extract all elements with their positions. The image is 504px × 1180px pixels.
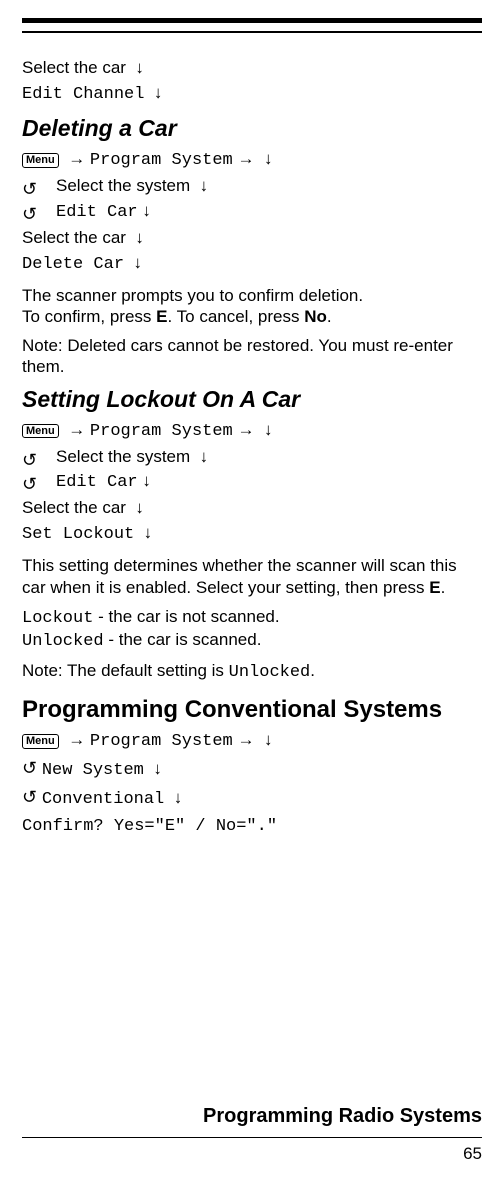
menu-item: Edit Car [56,473,138,492]
text: Select the system [56,176,190,195]
arrow-right-icon: → [237,149,254,168]
step-select-car: Select the car ↓ [22,227,482,250]
arrow-down-icon: ↓ [200,447,209,466]
arrow-down-icon: ↓ [133,253,142,272]
menu-item: Delete Car [22,255,124,274]
step-edit-car: ↺ Edit Car ↓ [22,470,482,495]
text: Select the car [22,498,126,517]
default-note: Note: The default setting is Unlocked. [22,660,482,683]
page-number: 65 [463,1144,482,1164]
arrow-down-icon: ↓ [142,471,151,490]
rotate-icon: ↺ [22,177,37,201]
step-select-system: ↺ Select the system ↓ [22,446,482,469]
rotate-icon: ↺ [22,448,37,472]
confirm-prompt: Confirm? Yes="E" / No="." [22,814,482,839]
nav-sequence: Menu → Program System → ↓ [22,729,482,754]
option-code: Lockout [22,609,93,628]
menu-item: Set Lockout [22,525,134,544]
arrow-down-icon: ↓ [264,730,273,749]
arrow-down-icon: ↓ [144,523,153,542]
step-delete-car: Delete Car ↓ [22,252,482,277]
step-select-system: ↺ Select the system ↓ [22,175,482,198]
prompt-text: Confirm? Yes="E" / No="." [22,817,277,836]
arrow-down-icon: ↓ [200,176,209,195]
intro-line-2: Edit Channel ↓ [22,82,482,107]
arrow-down-icon: ↓ [264,149,273,168]
menu-item: Program System [90,732,233,751]
rotate-icon: ↺ [22,202,37,226]
confirm-deletion-text: The scanner prompts you to confirm delet… [22,285,482,328]
menu-button-icon: Menu [22,734,59,749]
menu-item: Edit Car [56,203,138,222]
arrow-right-icon: → [68,149,85,168]
footer-section-title: Programming Radio Systems [203,1105,482,1128]
arrow-down-icon: ↓ [135,58,144,77]
menu-button-icon: Menu [22,424,59,439]
footer-rule [22,1137,482,1138]
arrow-right-icon: → [68,730,85,749]
lockout-description: This setting determines whether the scan… [22,555,482,598]
header-rules [22,18,482,33]
arrow-right-icon: → [237,730,254,749]
text: Select the car [22,58,126,77]
rotate-icon: ↺ [22,472,37,496]
menu-item: Program System [90,151,233,170]
menu-item: New System [42,761,144,780]
step-select-car: Select the car ↓ [22,497,482,520]
intro-line-1: Select the car ↓ [22,57,482,80]
step-new-system: ↺ New System ↓ [22,756,482,783]
arrow-down-icon: ↓ [154,83,163,102]
arrow-down-icon: ↓ [135,228,144,247]
arrow-down-icon: ↓ [153,759,162,778]
arrow-right-icon: → [237,420,254,439]
menu-item: Edit Channel [22,85,144,104]
arrow-down-icon: ↓ [174,788,183,807]
heading-lockout: Setting Lockout On A Car [22,386,482,413]
step-conventional: ↺ Conventional ↓ [22,785,482,812]
text: Select the system [56,447,190,466]
step-edit-car: ↺ Edit Car ↓ [22,200,482,225]
arrow-down-icon: ↓ [135,498,144,517]
rotate-icon: ↺ [22,758,37,778]
menu-item: Program System [90,422,233,441]
step-set-lockout: Set Lockout ↓ [22,522,482,547]
arrow-right-icon: → [68,420,85,439]
text: Select the car [22,228,126,247]
deleted-note: Note: Deleted cars cannot be restored. Y… [22,335,482,378]
heading-deleting-car: Deleting a Car [22,115,482,142]
nav-sequence: Menu → Program System → ↓ [22,148,482,173]
nav-sequence: Menu → Program System → ↓ [22,419,482,444]
arrow-down-icon: ↓ [264,420,273,439]
menu-button-icon: Menu [22,153,59,168]
heading-programming-conventional: Programming Conventional Systems [22,696,482,724]
option-code: Unlocked [22,632,104,651]
arrow-down-icon: ↓ [142,201,151,220]
rotate-icon: ↺ [22,787,37,807]
menu-item: Conventional [42,790,164,809]
lockout-options: Lockout - the car is not scanned. Unlock… [22,606,482,653]
